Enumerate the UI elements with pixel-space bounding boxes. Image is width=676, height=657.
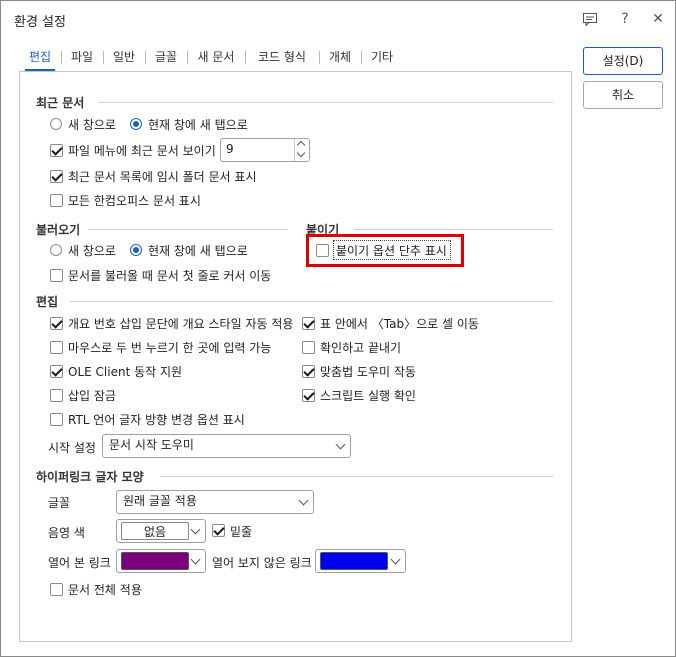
cursor-first-line-checkbox[interactable] bbox=[50, 269, 63, 282]
load-new-window-radio[interactable] bbox=[50, 244, 62, 256]
section-recent-title: 최근 문서 bbox=[36, 96, 85, 110]
help-icon[interactable]: ? bbox=[615, 9, 635, 29]
tab-move-cell-checkbox[interactable] bbox=[302, 317, 315, 330]
settings-dialog: 환경 설정 ? ✕ 편집 파일 일반 글꼴 새 문서 코드 형식 개체 기타 설… bbox=[0, 0, 676, 657]
insert-lock-label: 삽입 잠금 bbox=[68, 389, 116, 403]
help-panel-icon[interactable] bbox=[580, 9, 600, 29]
ok-button[interactable]: 설정(D) bbox=[583, 47, 663, 75]
section-divider bbox=[98, 102, 553, 103]
tab-move-cell-label: 표 안에서 〈Tab〉으로 셀 이동 bbox=[320, 317, 479, 331]
rtl-option-checkbox[interactable] bbox=[50, 413, 63, 426]
tab-separator bbox=[361, 51, 362, 64]
double-click-input-checkbox[interactable] bbox=[50, 341, 63, 354]
spinner-buttons[interactable] bbox=[294, 139, 309, 161]
tab-etc[interactable]: 기타 bbox=[367, 45, 397, 69]
unvisited-link-color-picker[interactable] bbox=[315, 549, 406, 573]
chevron-down-icon bbox=[298, 495, 309, 506]
section-divider bbox=[88, 229, 288, 230]
unvisited-color-swatch bbox=[320, 552, 388, 570]
tab-font[interactable]: 글꼴 bbox=[151, 45, 181, 69]
cursor-first-line-label: 문서를 불러올 때 문서 첫 줄로 커서 이동 bbox=[68, 269, 272, 283]
chevron-down-icon bbox=[190, 554, 201, 565]
visited-link-color-picker[interactable] bbox=[116, 549, 206, 573]
tab-file[interactable]: 파일 bbox=[67, 45, 97, 69]
tab-general[interactable]: 일반 bbox=[109, 45, 139, 69]
apply-all-checkbox[interactable] bbox=[50, 583, 63, 596]
section-divider bbox=[70, 301, 553, 302]
show-temp-folder-checkbox[interactable] bbox=[50, 170, 63, 183]
unvisited-link-label: 열어 보지 않은 링크 bbox=[212, 556, 312, 570]
section-hyperlink-title: 하이퍼링크 글자 모양 bbox=[36, 470, 144, 484]
close-icon[interactable]: ✕ bbox=[648, 9, 668, 29]
tab-separator bbox=[145, 51, 146, 64]
recent-count-value: 9 bbox=[226, 142, 234, 156]
tab-separator bbox=[187, 51, 188, 64]
show-all-hancom-label: 모든 한컴오피스 문서 표시 bbox=[68, 194, 201, 208]
tab-separator bbox=[319, 51, 320, 64]
script-confirm-label: 스크립트 실행 확인 bbox=[320, 389, 416, 403]
tab-edit[interactable]: 편집 bbox=[25, 45, 55, 71]
section-load-title: 불러오기 bbox=[36, 223, 81, 237]
show-in-file-menu-checkbox[interactable] bbox=[50, 144, 63, 157]
underline-checkbox[interactable] bbox=[212, 524, 225, 537]
show-all-hancom-checkbox[interactable] bbox=[50, 194, 63, 207]
start-setting-label: 시작 설정 bbox=[48, 441, 96, 455]
load-new-tab-label: 현재 창에 새 탭으로 bbox=[148, 244, 248, 258]
hyperlink-font-value: 원래 글꼴 적용 bbox=[123, 494, 197, 508]
recent-new-tab-label: 현재 창에 새 탭으로 bbox=[148, 118, 248, 132]
show-in-file-menu-label: 파일 메뉴에 최근 문서 보이기 bbox=[68, 144, 216, 158]
tab-object[interactable]: 개체 bbox=[325, 45, 355, 69]
paste-option-checkbox[interactable] bbox=[316, 244, 329, 257]
spinner-down-icon[interactable] bbox=[296, 148, 306, 158]
recent-new-window-radio[interactable] bbox=[50, 118, 62, 130]
auto-outline-label: 개요 번호 삽입 문단에 개요 스타일 자동 적용 bbox=[68, 317, 294, 331]
edit-tab-panel: 최근 문서 새 창으로 현재 창에 새 탭으로 파일 메뉴에 최근 문서 보이기… bbox=[19, 71, 572, 642]
spell-helper-label: 맞춤법 도우미 작동 bbox=[320, 365, 416, 379]
double-click-input-label: 마우스로 두 번 누르기 한 곳에 입력 가능 bbox=[68, 341, 272, 355]
visited-link-label: 열어 본 링크 bbox=[48, 556, 111, 570]
paste-option-label: 붙이기 옵션 단추 표시 bbox=[336, 244, 447, 258]
tab-separator bbox=[103, 51, 104, 64]
cancel-button[interactable]: 취소 bbox=[583, 81, 663, 109]
apply-all-label: 문서 전체 적용 bbox=[68, 583, 142, 597]
section-divider bbox=[160, 476, 553, 477]
section-divider bbox=[354, 229, 553, 230]
underline-label: 밑줄 bbox=[230, 525, 253, 539]
load-new-tab-radio[interactable] bbox=[130, 244, 142, 256]
ole-client-label: OLE Client 동작 지원 bbox=[68, 365, 183, 379]
start-setting-value: 문서 시작 도우미 bbox=[109, 438, 194, 452]
tab-new-document[interactable]: 새 문서 bbox=[193, 45, 239, 69]
script-confirm-checkbox[interactable] bbox=[302, 389, 315, 402]
auto-outline-checkbox[interactable] bbox=[50, 317, 63, 330]
tab-code-format[interactable]: 코드 형식 bbox=[251, 45, 313, 69]
tab-separator bbox=[61, 51, 62, 64]
confirm-exit-label: 확인하고 끝내기 bbox=[320, 341, 402, 355]
hyperlink-font-select[interactable]: 원래 글꼴 적용 bbox=[116, 490, 314, 514]
recent-new-tab-radio[interactable] bbox=[130, 118, 142, 130]
shade-color-label: 음영 색 bbox=[48, 526, 85, 540]
title-bar: 환경 설정 ? ✕ bbox=[1, 1, 675, 37]
load-new-window-label: 새 창으로 bbox=[68, 244, 116, 258]
chevron-down-icon bbox=[335, 439, 346, 450]
section-edit-title: 편집 bbox=[36, 295, 59, 309]
rtl-option-label: RTL 언어 글자 방향 변경 옵션 표시 bbox=[68, 413, 245, 427]
show-temp-folder-label: 최근 문서 목록에 임시 폴더 문서 표시 bbox=[68, 170, 257, 184]
shade-color-picker[interactable]: 없음 bbox=[116, 519, 206, 543]
insert-lock-checkbox[interactable] bbox=[50, 389, 63, 402]
tab-separator bbox=[245, 51, 246, 64]
confirm-exit-checkbox[interactable] bbox=[302, 341, 315, 354]
visited-color-swatch bbox=[121, 552, 189, 570]
recent-new-window-label: 새 창으로 bbox=[68, 118, 116, 132]
chevron-down-icon bbox=[390, 554, 401, 565]
ole-client-checkbox[interactable] bbox=[50, 365, 63, 378]
hyperlink-font-label: 글꼴 bbox=[48, 496, 71, 510]
recent-count-spinner[interactable]: 9 bbox=[220, 138, 310, 162]
chevron-down-icon bbox=[190, 524, 201, 535]
spell-helper-checkbox[interactable] bbox=[302, 365, 315, 378]
shade-color-swatch: 없음 bbox=[121, 522, 189, 540]
window-title: 환경 설정 bbox=[14, 15, 66, 30]
start-setting-select[interactable]: 문서 시작 도우미 bbox=[102, 434, 351, 458]
